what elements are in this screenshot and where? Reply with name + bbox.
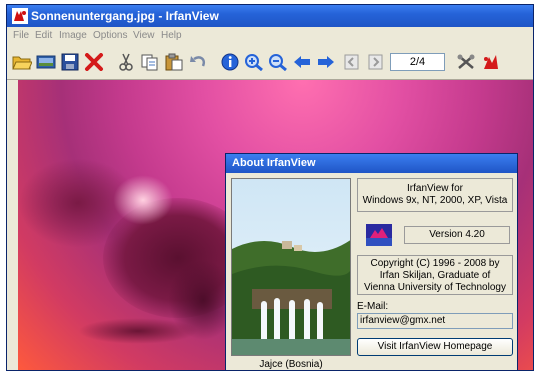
visit-homepage-button[interactable]: Visit IrfanView Homepage: [357, 338, 513, 356]
email-field[interactable]: irfanview@gmx.net: [357, 313, 513, 329]
copyright-line-2: Irfan Skiljan, Graduate of: [379, 270, 491, 281]
about-dialog: About IrfanView Jajce (Bosnia) IrfanView…: [225, 153, 518, 370]
email-label: E-Mail:: [357, 301, 389, 312]
menu-help[interactable]: Help: [161, 30, 182, 41]
menu-view[interactable]: View: [133, 30, 155, 41]
platforms: Windows 9x, NT, 2000, XP, Vista: [362, 195, 508, 206]
save-icon[interactable]: [59, 51, 81, 73]
product-name: IrfanView for: [407, 183, 463, 194]
zoom-in-icon[interactable]: [243, 51, 265, 73]
open-folder-icon[interactable]: [11, 51, 33, 73]
version-label: Version 4.20: [404, 226, 510, 244]
page-indicator[interactable]: 2/4: [390, 53, 445, 71]
info-icon[interactable]: [219, 51, 241, 73]
last-page-icon[interactable]: [365, 51, 387, 73]
toolbar: 2/4: [7, 45, 533, 80]
window-title: Sonnenuntergang.jpg - IrfanView: [31, 9, 219, 23]
about-title: About IrfanView: [232, 157, 316, 169]
irfanview-window: Sonnenuntergang.jpg - IrfanView File Edi…: [6, 4, 534, 371]
delete-icon[interactable]: [83, 51, 105, 73]
menu-bar: File Edit Image Options View Help: [7, 27, 533, 45]
paint-icon[interactable]: [479, 51, 501, 73]
next-arrow-icon[interactable]: [315, 51, 337, 73]
about-title-bar[interactable]: About IrfanView: [226, 154, 517, 173]
paste-icon[interactable]: [163, 51, 185, 73]
copyright-box: Copyright (C) 1996 - 2008 by Irfan Skilj…: [357, 255, 513, 295]
cut-icon[interactable]: [115, 51, 137, 73]
irfanview-red-cat-icon: [12, 8, 28, 24]
settings-icon[interactable]: [455, 51, 477, 73]
sunset-glow: [113, 175, 173, 225]
copyright-line-3: Vienna University of Technology: [364, 282, 506, 293]
zoom-out-icon[interactable]: [267, 51, 289, 73]
photo-caption: Jajce (Bosnia): [259, 359, 323, 370]
product-info-box: IrfanView for Windows 9x, NT, 2000, XP, …: [357, 178, 513, 212]
menu-image[interactable]: Image: [59, 30, 87, 41]
menu-file[interactable]: File: [13, 30, 29, 41]
menu-edit[interactable]: Edit: [35, 30, 52, 41]
copy-icon[interactable]: [139, 51, 161, 73]
menu-options[interactable]: Options: [93, 30, 127, 41]
irfanview-logo-icon: [366, 224, 392, 246]
title-bar[interactable]: Sonnenuntergang.jpg - IrfanView: [7, 5, 533, 27]
copyright-line-1: Copyright (C) 1996 - 2008 by: [370, 258, 500, 269]
undo-icon[interactable]: [187, 51, 209, 73]
jajce-photo: [231, 178, 351, 356]
previous-arrow-icon[interactable]: [291, 51, 313, 73]
first-page-icon[interactable]: [341, 51, 363, 73]
slideshow-icon[interactable]: [35, 51, 57, 73]
sunset-cloud: [78, 318, 198, 344]
